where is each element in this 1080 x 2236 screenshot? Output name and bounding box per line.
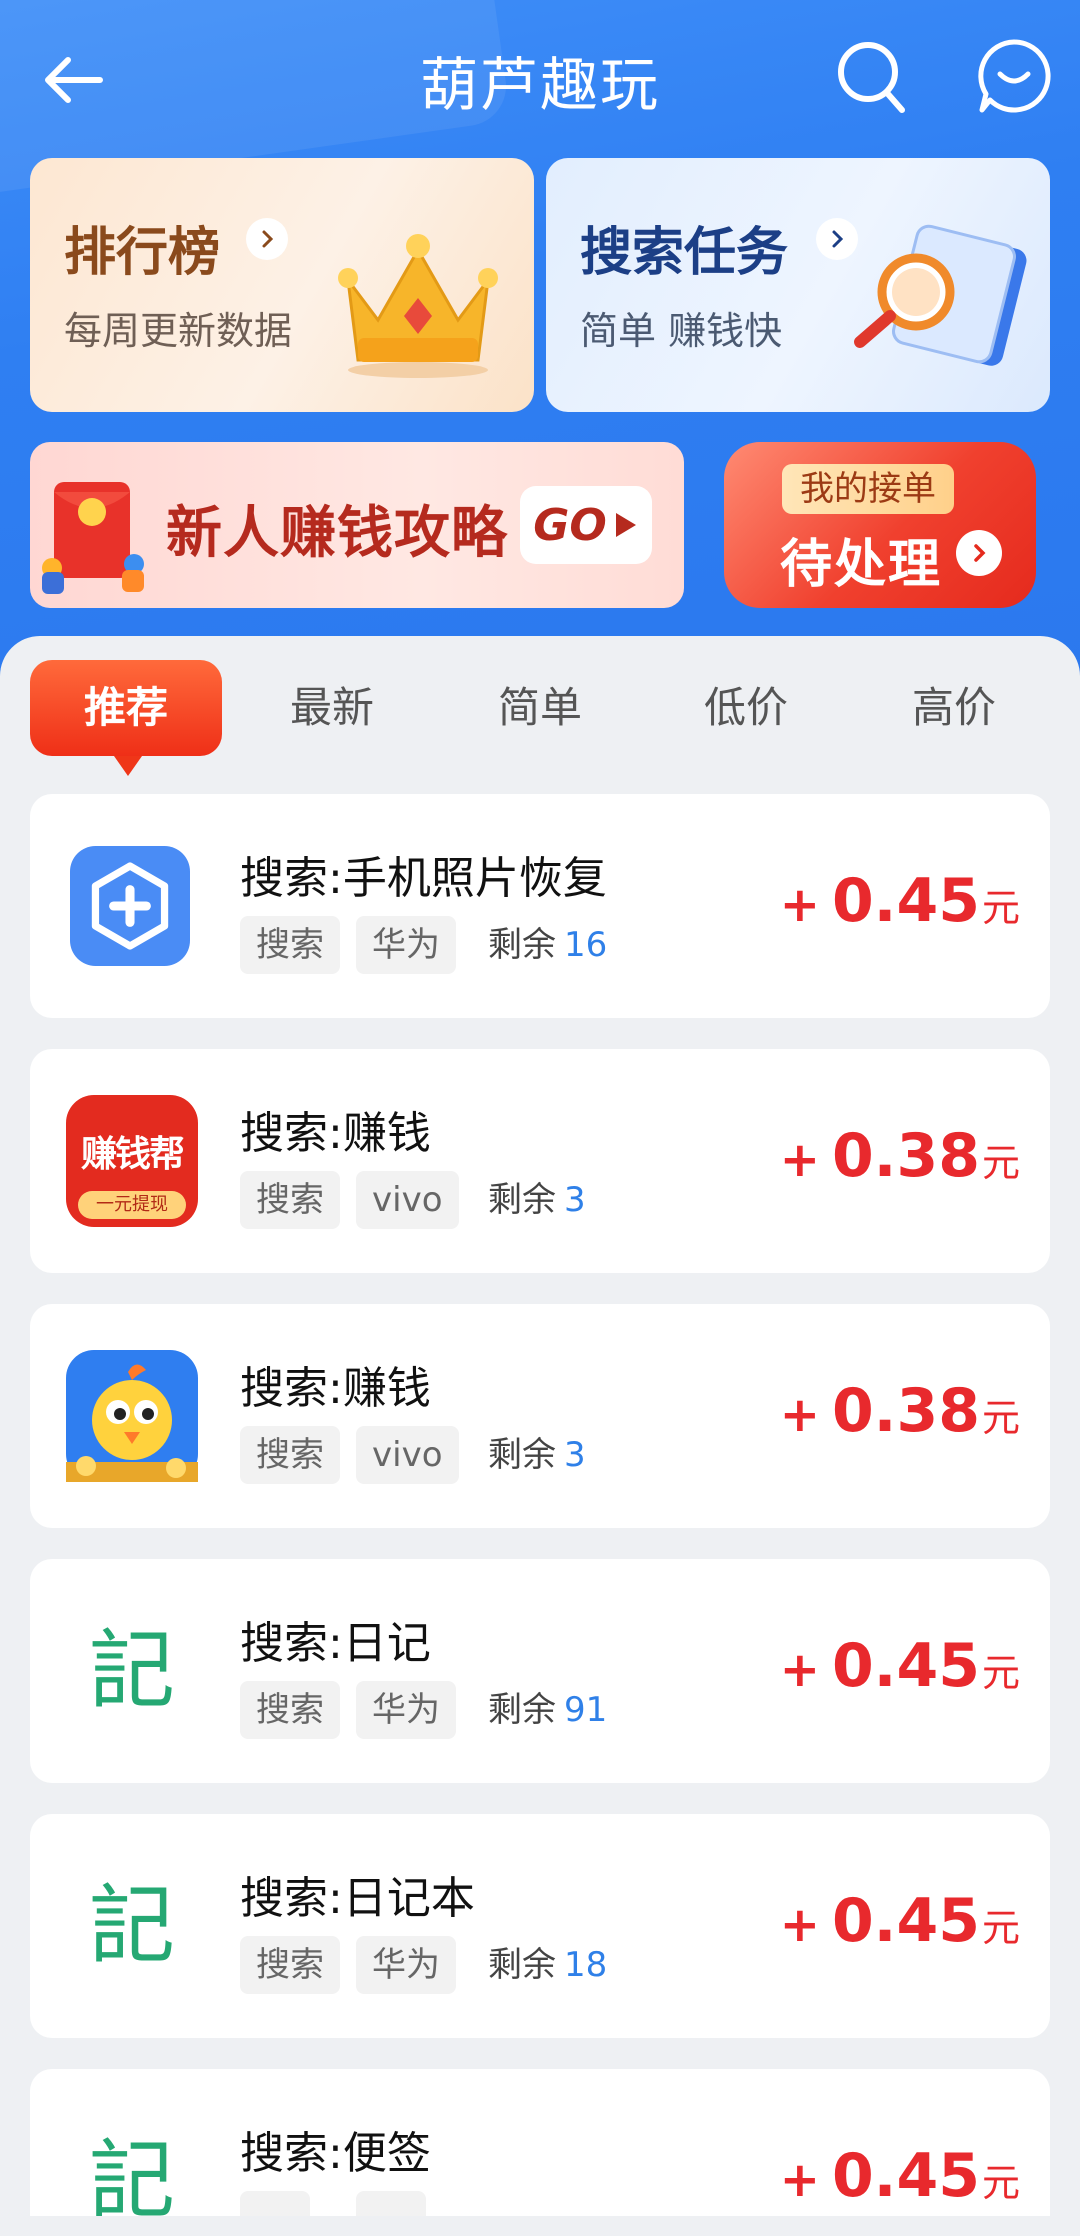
my-orders-banner[interactable]: 我的接单 待处理 bbox=[724, 442, 1036, 608]
task-reward: +0.45元 bbox=[779, 866, 1020, 936]
task-reward: +0.38元 bbox=[779, 1376, 1020, 1446]
pending-title: 待处理 bbox=[780, 535, 943, 595]
task-title: 搜索:日记本 bbox=[240, 1873, 475, 1924]
task-tag: 华为 bbox=[356, 1936, 456, 1994]
tab-high-price[interactable]: 高价 bbox=[858, 660, 1050, 756]
task-card[interactable]: 搜索:赚钱 搜索 vivo 剩余 3 +0.38元 bbox=[30, 1304, 1050, 1528]
task-tag: vivo bbox=[356, 1171, 459, 1229]
ranking-subtitle: 每周更新数据 bbox=[64, 309, 293, 353]
task-reward: +0.45元 bbox=[779, 1886, 1020, 1956]
task-title: 搜索:日记 bbox=[240, 1618, 431, 1669]
remaining-count: 剩余 18 bbox=[488, 1945, 608, 1985]
chevron-right-icon bbox=[246, 218, 288, 260]
task-tag: 搜索 bbox=[240, 1171, 340, 1229]
search-tasks-card[interactable]: 搜索任务 简单 赚钱快 bbox=[546, 158, 1050, 412]
task-reward: +0.38元 bbox=[779, 1121, 1020, 1191]
task-tag: 搜索 bbox=[240, 1936, 340, 1994]
remaining-count: 剩余 16 bbox=[488, 925, 608, 965]
task-title: 搜索:赚钱 bbox=[240, 1108, 431, 1159]
photo-recovery-icon bbox=[70, 846, 190, 966]
crown-icon bbox=[338, 234, 498, 378]
search-tasks-subtitle: 简单 赚钱快 bbox=[580, 309, 783, 353]
chat-bubble-icon bbox=[978, 39, 1051, 113]
ranking-title: 排行榜 bbox=[64, 223, 221, 283]
task-tag: 搜索 bbox=[240, 1681, 340, 1739]
remaining-count: 剩余 91 bbox=[488, 1690, 608, 1730]
task-reward: +0.45元 bbox=[779, 2141, 1020, 2211]
red-envelope-icon bbox=[42, 482, 144, 594]
task-title: 搜索:便签 bbox=[240, 2128, 431, 2179]
zhuanqianbang-app-icon: 赚钱帮 一元提现 bbox=[66, 1095, 198, 1227]
new-user-guide-text: 新人赚钱攻略 bbox=[166, 501, 508, 566]
play-triangle-icon bbox=[615, 513, 636, 537]
remaining-count: 剩余 3 bbox=[488, 1180, 586, 1220]
task-card[interactable]: 記 搜索:日记本 搜索 华为 剩余 18 +0.45元 bbox=[30, 1814, 1050, 2038]
task-card[interactable]: 赚钱帮 一元提现 搜索:赚钱 搜索 vivo 剩余 3 +0.38元 bbox=[30, 1049, 1050, 1273]
message-button[interactable] bbox=[974, 36, 1054, 116]
tab-newest[interactable]: 最新 bbox=[236, 660, 428, 756]
task-tag: 搜索 bbox=[240, 1426, 340, 1484]
search-button[interactable] bbox=[834, 36, 910, 116]
new-user-guide-banner[interactable]: 新人赚钱攻略 GO bbox=[30, 442, 684, 608]
task-card[interactable]: 記 搜索:便签 +0.45元 bbox=[30, 2069, 1050, 2216]
diary-icon: 記 bbox=[89, 2131, 175, 2216]
search-icon bbox=[838, 42, 905, 113]
go-button[interactable]: GO bbox=[520, 486, 652, 564]
filter-tabs: 推荐 最新 简单 低价 高价 bbox=[0, 660, 1080, 780]
ranking-card[interactable]: 排行榜 每周更新数据 bbox=[30, 158, 534, 412]
remaining-count: 剩余 3 bbox=[488, 1435, 586, 1475]
diary-icon: 記 bbox=[89, 1621, 175, 1721]
chevron-right-icon bbox=[956, 530, 1002, 576]
go-label: GO bbox=[533, 499, 607, 551]
task-tag: 华为 bbox=[356, 1681, 456, 1739]
task-reward: +0.45元 bbox=[779, 1631, 1020, 1701]
task-card[interactable]: 記 搜索:日记 搜索 华为 剩余 91 +0.45元 bbox=[30, 1559, 1050, 1783]
diary-icon: 記 bbox=[89, 1876, 175, 1976]
tab-simple[interactable]: 简单 bbox=[444, 660, 636, 756]
my-orders-tag: 我的接单 bbox=[782, 464, 954, 514]
task-tag bbox=[356, 2191, 426, 2216]
task-tag: 搜索 bbox=[240, 916, 340, 974]
task-card[interactable]: 搜索:手机照片恢复 搜索 华为 剩余 16 +0.45元 bbox=[30, 794, 1050, 1018]
tab-recommended[interactable]: 推荐 bbox=[30, 660, 222, 776]
task-tag bbox=[240, 2191, 310, 2216]
task-tag: vivo bbox=[356, 1426, 459, 1484]
chick-game-icon bbox=[66, 1350, 198, 1482]
search-tasks-title: 搜索任务 bbox=[580, 223, 789, 283]
magnifier-document-icon bbox=[854, 224, 1027, 366]
task-title: 搜索:赚钱 bbox=[240, 1363, 431, 1414]
page-title: 葫芦趣玩 bbox=[419, 51, 660, 119]
task-tag: 华为 bbox=[356, 916, 456, 974]
task-title: 搜索:手机照片恢复 bbox=[240, 853, 607, 904]
app-header: 葫芦趣玩 bbox=[0, 0, 1080, 160]
tab-low-price[interactable]: 低价 bbox=[650, 660, 842, 756]
